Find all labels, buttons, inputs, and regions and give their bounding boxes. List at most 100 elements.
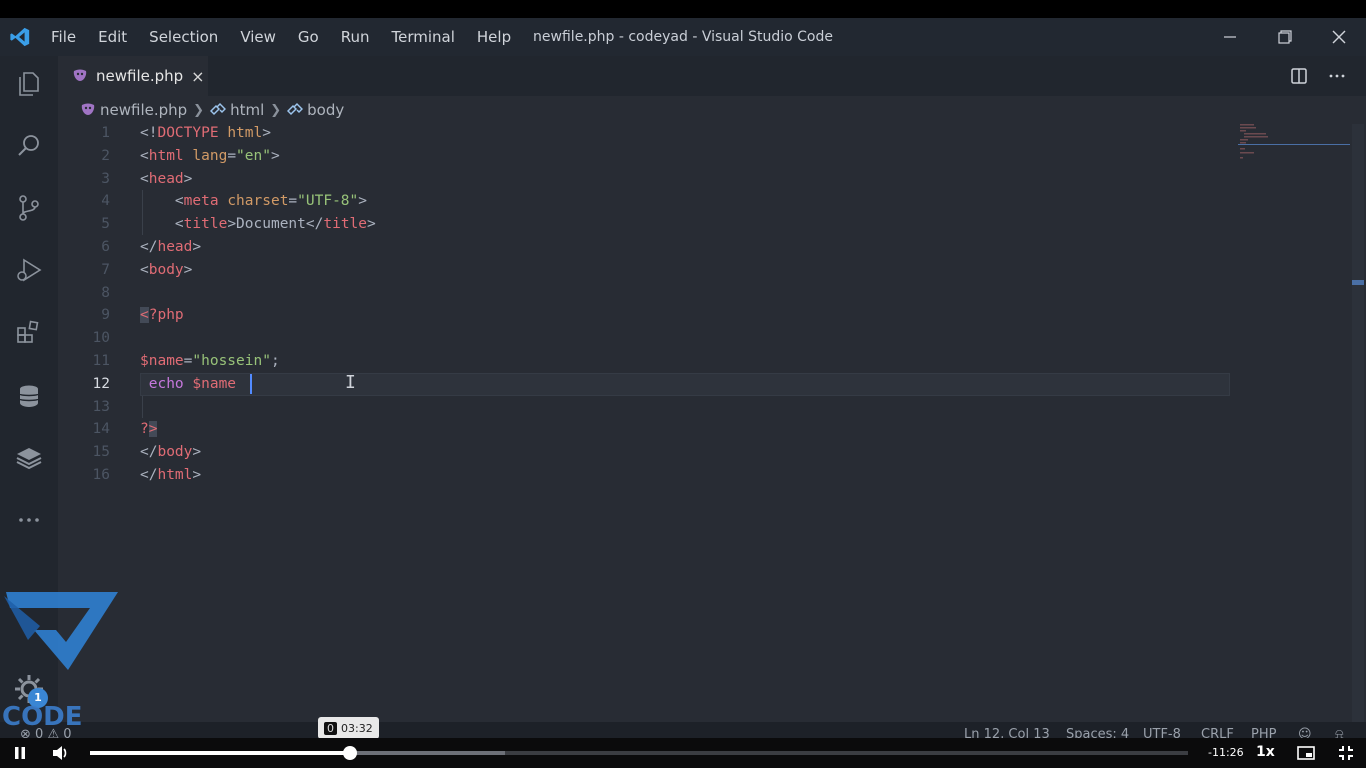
volume-button[interactable] <box>48 738 74 768</box>
more-button[interactable] <box>0 492 58 548</box>
menu-help[interactable]: Help <box>466 28 522 46</box>
minimap[interactable] <box>1238 122 1350 162</box>
breadcrumb-html[interactable]: html <box>210 101 264 119</box>
vertical-scrollbar[interactable] <box>1352 124 1364 722</box>
database-button[interactable] <box>0 368 58 424</box>
database-icon <box>19 385 39 407</box>
menu-go[interactable]: Go <box>287 28 330 46</box>
editor-more-actions-button[interactable] <box>1318 56 1356 96</box>
breadcrumb: newfile.php ❯ html ❯ body <box>80 100 344 120</box>
vscode-logo-icon <box>0 18 40 56</box>
source-control-icon <box>19 195 39 221</box>
breadcrumb-body[interactable]: body <box>287 101 344 119</box>
code-line-8: 8 <box>58 282 1238 305</box>
minimize-icon <box>1224 36 1236 38</box>
split-editor-button[interactable] <box>1280 56 1318 96</box>
extensions-button[interactable] <box>0 304 58 360</box>
php-file-icon <box>81 103 95 115</box>
top-black-bar <box>0 0 1366 18</box>
volume-icon <box>53 746 67 760</box>
files-icon <box>19 72 39 96</box>
code-line-14: 14 ?> <box>58 418 1238 441</box>
menu-selection[interactable]: Selection <box>138 28 229 46</box>
minimize-button[interactable] <box>1203 18 1257 56</box>
line-number: 10 <box>92 330 110 347</box>
line-number: 5 <box>101 216 110 233</box>
exit-fullscreen-icon <box>1339 746 1353 760</box>
line-number: 9 <box>101 307 110 324</box>
tab-label: newfile.php <box>96 67 184 85</box>
time-remaining: -11:26 <box>1208 746 1244 759</box>
line-number: 4 <box>101 193 110 210</box>
line-number: 8 <box>101 284 110 301</box>
run-debug-button[interactable] <box>0 242 58 298</box>
picture-in-picture-icon <box>1297 746 1315 760</box>
code-line-1: 1 <!DOCTYPE html> <box>58 122 1238 145</box>
code-line-2: 2 <html lang="en"> <box>58 145 1238 168</box>
menu-bar: File Edit Selection View Go Run Terminal… <box>40 28 522 46</box>
seek-handle[interactable] <box>343 746 358 760</box>
editor-area[interactable]: newfile.php ❯ html ❯ body 1 <!DOCTYPE htm… <box>58 96 1366 722</box>
line-number: 14 <box>92 421 110 438</box>
picture-in-picture-button[interactable] <box>1294 738 1318 768</box>
menu-terminal[interactable]: Terminal <box>381 28 466 46</box>
menu-file[interactable]: File <box>40 28 87 46</box>
text-cursor <box>250 374 252 394</box>
symbol-element-icon <box>210 102 227 116</box>
pause-icon <box>15 747 25 759</box>
breadcrumb-html-label: html <box>230 101 265 119</box>
source-control-button[interactable] <box>0 180 58 236</box>
code-line-9: 9 <?php <box>58 304 1238 327</box>
close-window-button[interactable] <box>1312 18 1366 56</box>
code-line-7: 7 <body> <box>58 259 1238 282</box>
line-number-current: 12 <box>92 375 110 392</box>
menu-run[interactable]: Run <box>330 28 381 46</box>
run-debug-icon <box>17 258 42 282</box>
tab-close-icon[interactable]: × <box>191 67 204 86</box>
symbol-element-icon <box>287 102 304 116</box>
mouse-ibeam-icon: I <box>345 372 356 393</box>
playback-speed-button[interactable]: 1x <box>1256 744 1275 760</box>
line-number: 13 <box>92 398 110 415</box>
seek-bar[interactable] <box>90 751 1188 755</box>
watermark-brand-text: CODE <box>2 702 83 732</box>
line-number: 16 <box>92 467 110 483</box>
exit-fullscreen-button[interactable] <box>1334 738 1358 768</box>
line-number: 11 <box>92 353 110 369</box>
line-number: 2 <box>101 147 110 164</box>
menu-edit[interactable]: Edit <box>87 28 138 46</box>
title-bar: File Edit Selection View Go Run Terminal… <box>0 18 1366 56</box>
code-line-16: 16 </html> <box>58 464 1238 487</box>
line-number: 6 <box>101 239 110 255</box>
search-button[interactable] <box>0 118 58 174</box>
menu-view[interactable]: View <box>229 28 287 46</box>
tab-newfile-php[interactable]: newfile.php × <box>58 56 208 96</box>
code-line-11: 11 $name="hossein"; <box>58 350 1238 373</box>
line-number: 7 <box>101 261 110 278</box>
code-line-3: 3 <head> <box>58 168 1238 191</box>
split-editor-icon <box>1291 68 1307 84</box>
hover-time-tooltip: 0 03:32 <box>318 717 379 739</box>
line-number: 3 <box>101 170 110 187</box>
code-line-13: 13 <box>58 396 1238 419</box>
breadcrumb-file-label: newfile.php <box>100 101 188 119</box>
pause-button[interactable] <box>8 738 32 768</box>
breadcrumb-file[interactable]: newfile.php <box>80 101 187 119</box>
code-line-15: 15 </body> <box>58 441 1238 464</box>
code-line-6: 6 </head> <box>58 236 1238 259</box>
code-line-10: 10 <box>58 327 1238 350</box>
more-actions-icon <box>1329 74 1345 78</box>
search-icon <box>18 135 39 156</box>
restore-icon <box>1278 30 1292 44</box>
layers-button[interactable] <box>0 430 58 486</box>
explorer-button[interactable] <box>0 56 58 112</box>
more-icon <box>19 518 39 522</box>
code-line-5: 5 <title>Document</title> <box>58 213 1238 236</box>
layers-icon <box>16 448 42 470</box>
played-bar <box>90 751 351 755</box>
line-number: 15 <box>92 444 110 461</box>
restore-button[interactable] <box>1258 18 1312 56</box>
scroll-position-marker <box>1352 280 1364 285</box>
hover-time-value: 03:32 <box>341 721 373 735</box>
hover-time-prefix: 0 <box>324 721 337 735</box>
